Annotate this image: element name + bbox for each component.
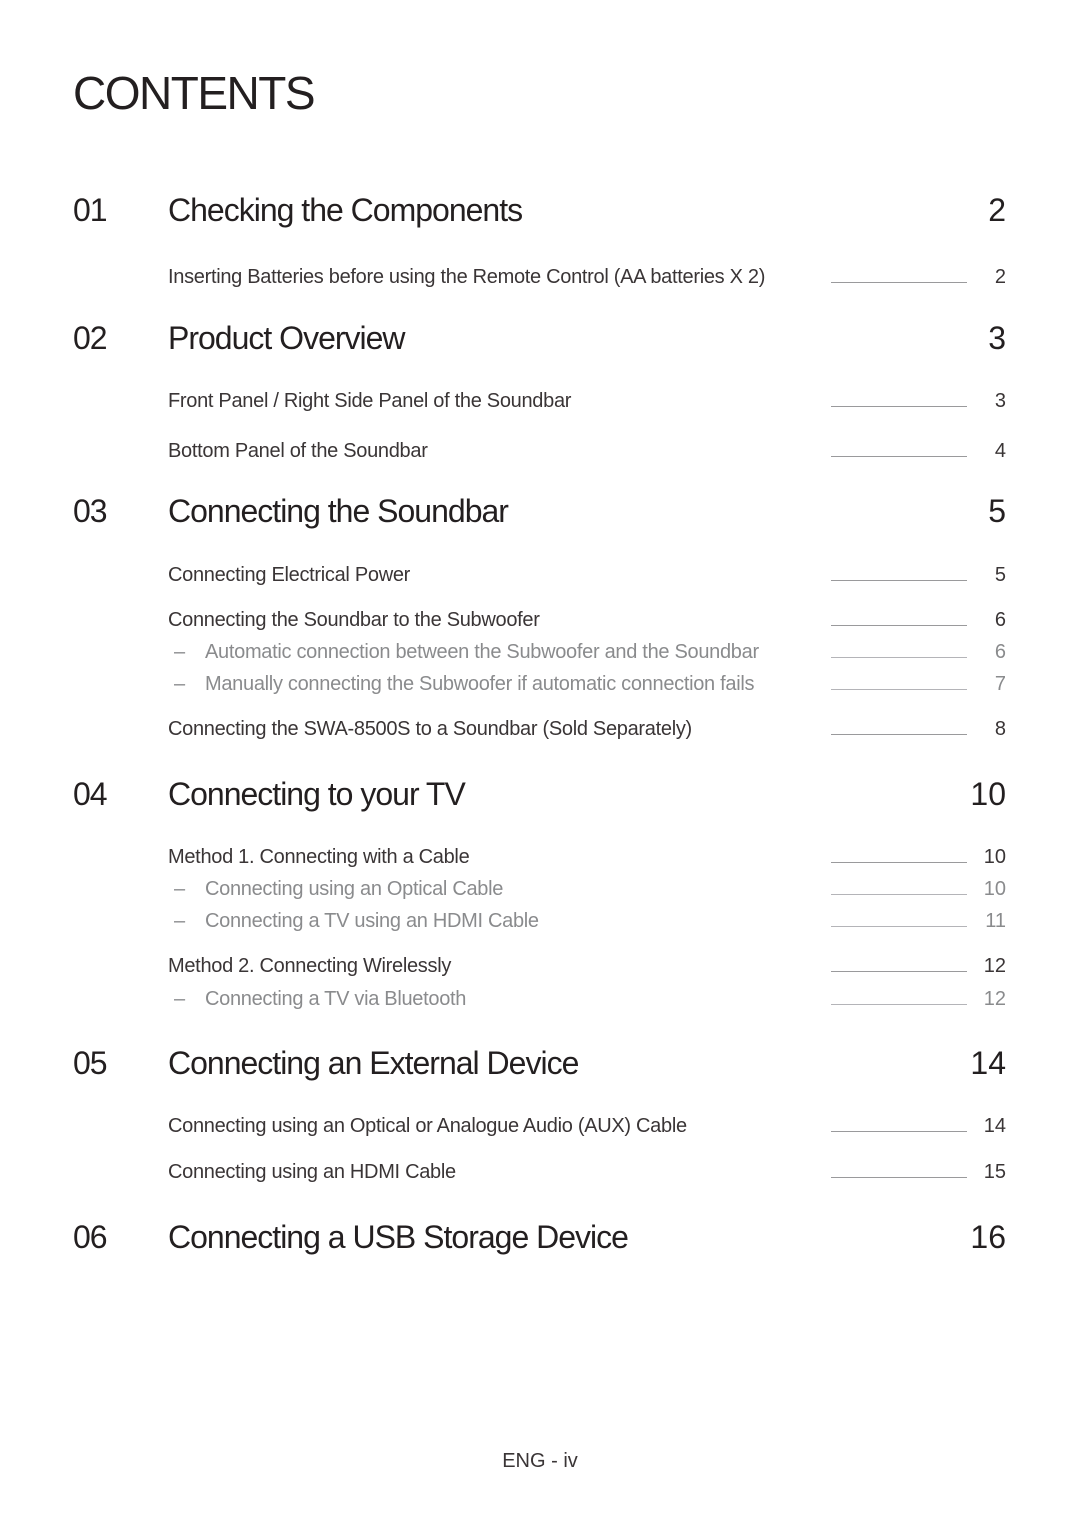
leader-line xyxy=(831,1177,967,1178)
dash-bullet-icon: – xyxy=(174,878,186,900)
leader-line xyxy=(831,657,967,658)
entry-page-number: 10 xyxy=(983,846,1006,868)
toc-entry[interactable]: Connecting using an HDMI Cable 15 xyxy=(0,1161,1080,1187)
leader-line xyxy=(831,894,967,895)
entry-page-number: 11 xyxy=(985,910,1006,932)
chapter-number: 03 xyxy=(73,493,108,529)
toc-entry[interactable]: Connecting Electrical Power 5 xyxy=(0,564,1080,590)
leader-line xyxy=(831,734,967,735)
leader-line xyxy=(831,1004,967,1005)
toc-entry[interactable]: Front Panel / Right Side Panel of the So… xyxy=(0,390,1080,416)
chapter-number: 02 xyxy=(73,320,108,356)
chapter-title[interactable]: Product Overview xyxy=(168,320,406,357)
chapter-number: 06 xyxy=(73,1219,108,1255)
chapter-number: 04 xyxy=(73,776,108,812)
chapter-page-number: 16 xyxy=(970,1219,1006,1255)
toc-entry[interactable]: Connecting using an Optical or Analogue … xyxy=(0,1115,1080,1141)
leader-line xyxy=(831,456,967,457)
entry-title[interactable]: Connecting the Soundbar to the Subwoofer xyxy=(168,609,540,632)
leader-line xyxy=(831,971,967,972)
entry-title[interactable]: Method 2. Connecting Wirelessly xyxy=(168,955,451,978)
entry-page-number: 8 xyxy=(994,718,1006,740)
toc-subentry[interactable]: – Connecting using an Optical Cable 10 xyxy=(0,878,1080,904)
entry-title[interactable]: Inserting Batteries before using the Rem… xyxy=(168,266,765,289)
leader-line xyxy=(831,406,967,407)
toc-entry[interactable]: Bottom Panel of the Soundbar 4 xyxy=(0,440,1080,466)
entry-title[interactable]: Connecting a TV via Bluetooth xyxy=(205,988,466,1011)
toc-entry[interactable]: Connecting the SWA-8500S to a Soundbar (… xyxy=(0,718,1080,744)
chapter-number: 01 xyxy=(73,192,108,228)
chapter-page-number: 14 xyxy=(970,1045,1006,1081)
leader-line xyxy=(831,625,967,626)
leader-line xyxy=(831,282,967,283)
entry-title[interactable]: Manually connecting the Subwoofer if aut… xyxy=(205,673,755,696)
chapter-page-number: 3 xyxy=(988,320,1006,356)
entry-page-number: 2 xyxy=(994,266,1006,288)
dash-bullet-icon: – xyxy=(174,673,186,695)
toc-entry[interactable]: Inserting Batteries before using the Rem… xyxy=(0,266,1080,292)
chapter-page-number: 2 xyxy=(988,192,1006,228)
dash-bullet-icon: – xyxy=(174,641,186,663)
entry-title[interactable]: Connecting Electrical Power xyxy=(168,564,410,587)
toc-entry[interactable]: Method 1. Connecting with a Cable 10 xyxy=(0,846,1080,872)
entry-title[interactable]: Connecting using an Optical Cable xyxy=(205,878,503,901)
chapter-title[interactable]: Connecting the Soundbar xyxy=(168,493,509,530)
entry-page-number: 12 xyxy=(983,988,1006,1010)
entry-page-number: 5 xyxy=(994,564,1006,586)
chapter-page-number: 10 xyxy=(970,776,1006,812)
entry-title[interactable]: Bottom Panel of the Soundbar xyxy=(168,440,428,463)
chapter-title[interactable]: Connecting a USB Storage Device xyxy=(168,1219,629,1256)
entry-page-number: 14 xyxy=(983,1115,1006,1137)
entry-page-number: 3 xyxy=(994,390,1006,412)
chapter-heading[interactable]: 03 Connecting the Soundbar 5 xyxy=(0,493,1080,533)
entry-title[interactable]: Method 1. Connecting with a Cable xyxy=(168,846,470,869)
chapter-number: 05 xyxy=(73,1045,108,1081)
leader-line xyxy=(831,862,967,863)
chapter-heading[interactable]: 06 Connecting a USB Storage Device 16 xyxy=(0,1219,1080,1259)
dash-bullet-icon: – xyxy=(174,988,186,1010)
toc-entry[interactable]: Method 2. Connecting Wirelessly 12 xyxy=(0,955,1080,981)
toc-entry[interactable]: Connecting the Soundbar to the Subwoofer… xyxy=(0,609,1080,635)
dash-bullet-icon: – xyxy=(174,910,186,932)
chapter-page-number: 5 xyxy=(988,493,1006,529)
chapter-title[interactable]: Connecting an External Device xyxy=(168,1045,579,1082)
entry-page-number: 12 xyxy=(983,955,1006,977)
page-footer: ENG - iv xyxy=(502,1450,578,1472)
entry-page-number: 15 xyxy=(983,1161,1006,1183)
entry-title[interactable]: Automatic connection between the Subwoof… xyxy=(205,641,759,664)
leader-line xyxy=(831,926,967,927)
leader-line xyxy=(831,1131,967,1132)
leader-line xyxy=(831,689,967,690)
leader-line xyxy=(831,580,967,581)
entry-page-number: 4 xyxy=(994,440,1006,462)
entry-title[interactable]: Front Panel / Right Side Panel of the So… xyxy=(168,390,571,413)
entry-page-number: 6 xyxy=(994,609,1006,631)
chapter-title[interactable]: Checking the Components xyxy=(168,192,523,229)
toc-subentry[interactable]: – Connecting a TV using an HDMI Cable 11 xyxy=(0,910,1080,936)
entry-title[interactable]: Connecting using an HDMI Cable xyxy=(168,1161,456,1184)
entry-title[interactable]: Connecting the SWA-8500S to a Soundbar (… xyxy=(168,718,692,741)
chapter-heading[interactable]: 02 Product Overview 3 xyxy=(0,320,1080,360)
toc-subentry[interactable]: – Connecting a TV via Bluetooth 12 xyxy=(0,988,1080,1014)
entry-page-number: 6 xyxy=(994,641,1006,663)
chapter-heading[interactable]: 01 Checking the Components 2 xyxy=(0,192,1080,232)
entry-title[interactable]: Connecting a TV using an HDMI Cable xyxy=(205,910,539,933)
entry-title[interactable]: Connecting using an Optical or Analogue … xyxy=(168,1115,687,1138)
chapter-heading[interactable]: 04 Connecting to your TV 10 xyxy=(0,776,1080,816)
toc-subentry[interactable]: – Manually connecting the Subwoofer if au… xyxy=(0,673,1080,699)
chapter-heading[interactable]: 05 Connecting an External Device 14 xyxy=(0,1045,1080,1085)
page-title: CONTENTS xyxy=(73,67,316,119)
chapter-title[interactable]: Connecting to your TV xyxy=(168,776,466,813)
toc-subentry[interactable]: – Automatic connection between the Subwoo… xyxy=(0,641,1080,667)
entry-page-number: 7 xyxy=(994,673,1006,695)
entry-page-number: 10 xyxy=(983,878,1006,900)
